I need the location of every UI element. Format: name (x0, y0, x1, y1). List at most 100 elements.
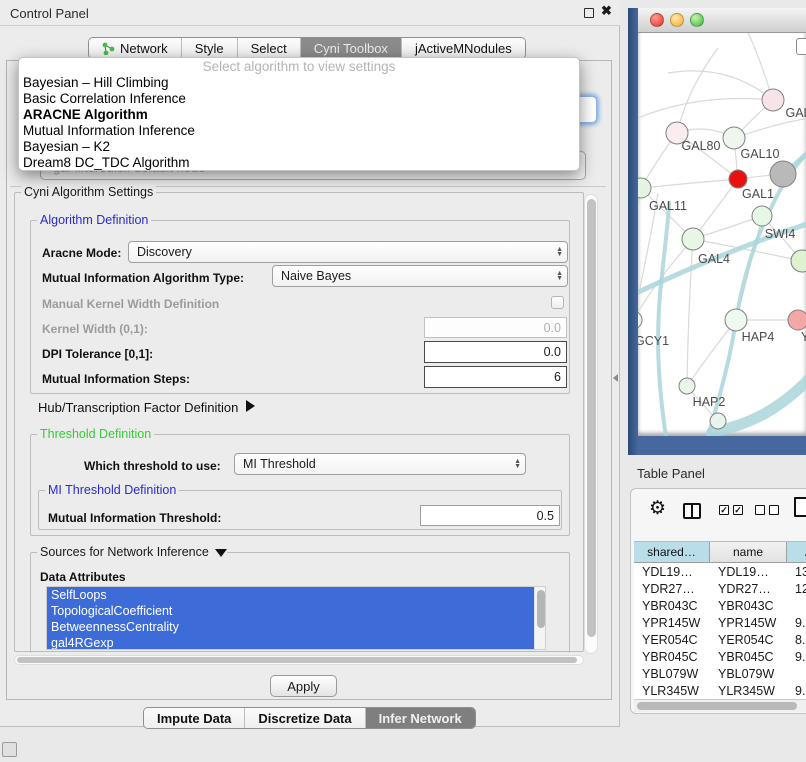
network-edge[interactable] (668, 71, 773, 100)
table-cell[interactable]: YBR043C (710, 597, 787, 614)
network-edge-highlight[interactable] (712, 378, 806, 432)
table-cell[interactable]: 9. (787, 614, 806, 631)
mi-type-combo[interactable]: Naive Bayes ▲▼ (272, 265, 568, 287)
split-columns-icon[interactable] (683, 503, 701, 519)
table-row[interactable]: YBR045CYBR045C9. (634, 648, 806, 665)
network-edge[interactable] (638, 98, 773, 118)
close-traffic-icon[interactable] (650, 13, 664, 27)
network-node-gal1[interactable] (729, 170, 747, 188)
table-cell[interactable]: YBR043C (634, 597, 710, 614)
apply-button[interactable]: Apply (270, 675, 337, 697)
kernel-width-field[interactable]: 0.0 (424, 317, 567, 338)
table-cell[interactable]: 9. (787, 682, 806, 699)
table-horizontal-scrollbar[interactable] (634, 699, 806, 712)
network-node[interactable] (770, 161, 796, 187)
network-canvas[interactable]: GALGAL80GAL10GAL1GAL11SWI4GAL4GCY1HAP4YH… (638, 33, 806, 436)
panel-corner-icon[interactable] (2, 742, 17, 757)
table-row[interactable]: YDL19…YDL19…13 (634, 563, 806, 580)
table-row[interactable]: YBL079WYBL079W (634, 665, 806, 682)
unchecked-columns-icon[interactable] (755, 505, 779, 515)
table-cell[interactable] (787, 665, 806, 682)
network-node-hap2[interactable] (679, 378, 695, 394)
network-edge[interactable] (687, 239, 693, 386)
file-icon[interactable] (794, 497, 806, 517)
tab-select[interactable]: Select (238, 38, 301, 58)
dropdown-item[interactable]: Mutual Information Inference (19, 123, 579, 139)
table-cell[interactable]: YDR27… (710, 580, 787, 597)
column-header-A[interactable]: A (787, 542, 806, 562)
which-threshold-combo[interactable]: MI Threshold ▲▼ (234, 453, 526, 475)
float-window-icon[interactable] (584, 8, 594, 18)
table-cell[interactable]: 12 (787, 580, 806, 597)
network-node-gcy1[interactable] (638, 311, 642, 329)
table-cell[interactable]: 8. (787, 631, 806, 648)
table-cell[interactable]: YBR045C (710, 648, 787, 665)
table-row[interactable]: YDR27…YDR27…12 (634, 580, 806, 597)
splitter-collapse-icon[interactable] (613, 374, 618, 382)
dropdown-item[interactable]: Dream8 DC_TDC Algorithm (19, 155, 579, 171)
table-cell[interactable]: YDL19… (710, 563, 787, 580)
column-header-shared…[interactable]: shared… (634, 542, 710, 562)
table-cell[interactable]: YDL19… (634, 563, 710, 580)
table-cell[interactable]: YBL079W (634, 665, 710, 682)
node-table[interactable]: shared…nameA YDL19…YDL19…13YDR27…YDR27…1… (634, 541, 806, 701)
mi-threshold-field[interactable]: 0.5 (420, 505, 560, 526)
zoom-traffic-icon[interactable] (690, 13, 704, 27)
checked-columns-icon[interactable]: ✓✓ (719, 505, 743, 515)
dpi-tolerance-field[interactable]: 0.0 (424, 341, 567, 363)
network-edge-highlight[interactable] (658, 203, 669, 436)
table-cell[interactable]: YBL079W (710, 665, 787, 682)
gear-icon[interactable]: ⚙ (649, 499, 666, 518)
table-cell[interactable]: 9. (787, 648, 806, 665)
table-cell[interactable]: YBR045C (634, 648, 710, 665)
aracne-mode-combo[interactable]: Discovery ▲▼ (128, 241, 568, 263)
network-node-gal[interactable] (762, 89, 784, 111)
tab-jactivemnodules[interactable]: jActiveMNodules (402, 38, 525, 58)
dropdown-item[interactable]: Basic Correlation Inference (19, 91, 579, 107)
network-node-gal11[interactable] (638, 178, 651, 198)
tab-discretize-data[interactable]: Discretize Data (245, 708, 365, 728)
network-node-gal4[interactable] (682, 228, 704, 250)
column-header-name[interactable]: name (710, 542, 787, 562)
tab-impute-data[interactable]: Impute Data (144, 708, 245, 728)
tab-style[interactable]: Style (182, 38, 238, 58)
table-row[interactable]: YBR043CYBR043C (634, 597, 806, 614)
table-cell[interactable] (787, 597, 806, 614)
attribute-item[interactable]: TopologicalCoefficient (47, 603, 534, 619)
dropdown-item[interactable]: Bayesian – Hill Climbing (19, 75, 579, 91)
attribute-item[interactable]: BetweennessCentrality (47, 619, 534, 635)
list-vertical-scrollbar[interactable] (534, 587, 545, 649)
settings-vertical-scrollbar[interactable] (584, 194, 598, 654)
table-cell[interactable]: 13 (787, 563, 806, 580)
table-cell[interactable]: YPR145W (634, 614, 710, 631)
table-cell[interactable]: YLR345W (634, 682, 710, 699)
network-node-swi4[interactable] (752, 206, 772, 226)
close-icon[interactable]: ✖ (601, 3, 612, 19)
network-window-titlebar[interactable] (638, 8, 806, 33)
table-row[interactable]: YPR145WYPR145W9. (634, 614, 806, 631)
attribute-item[interactable]: gal4RGexp (47, 635, 534, 650)
collapse-down-icon[interactable] (215, 549, 227, 557)
birdseye-toggle[interactable] (796, 38, 806, 55)
network-edge[interactable] (677, 48, 718, 133)
table-cell[interactable]: YER054C (634, 631, 710, 648)
tab-infer-network[interactable]: Infer Network (366, 708, 475, 728)
network-node-hap4[interactable] (725, 309, 747, 331)
minimize-traffic-icon[interactable] (670, 13, 684, 27)
table-cell[interactable]: YER054C (710, 631, 787, 648)
table-cell[interactable]: YDR27… (634, 580, 710, 597)
network-node[interactable] (710, 413, 726, 429)
network-node-gal10[interactable] (723, 127, 745, 149)
network-node-y[interactable] (788, 310, 806, 330)
mi-steps-field[interactable]: 6 (424, 366, 567, 388)
table-row[interactable]: YLR345WYLR345W9. (634, 682, 806, 699)
hub-section-toggle[interactable]: Hub/Transcription Factor Definition (38, 400, 255, 415)
network-node[interactable] (791, 250, 806, 272)
manual-kernel-checkbox[interactable] (551, 296, 564, 309)
data-attributes-list[interactable]: SelfLoopsTopologicalCoefficientBetweenne… (46, 586, 546, 650)
table-cell[interactable]: YLR345W (710, 682, 787, 699)
dropdown-item[interactable]: Bayesian – K2 (19, 139, 579, 155)
tab-network[interactable]: Network (89, 38, 182, 58)
dropdown-item[interactable]: ARACNE Algorithm (19, 107, 579, 123)
network-edge[interactable] (641, 179, 738, 188)
